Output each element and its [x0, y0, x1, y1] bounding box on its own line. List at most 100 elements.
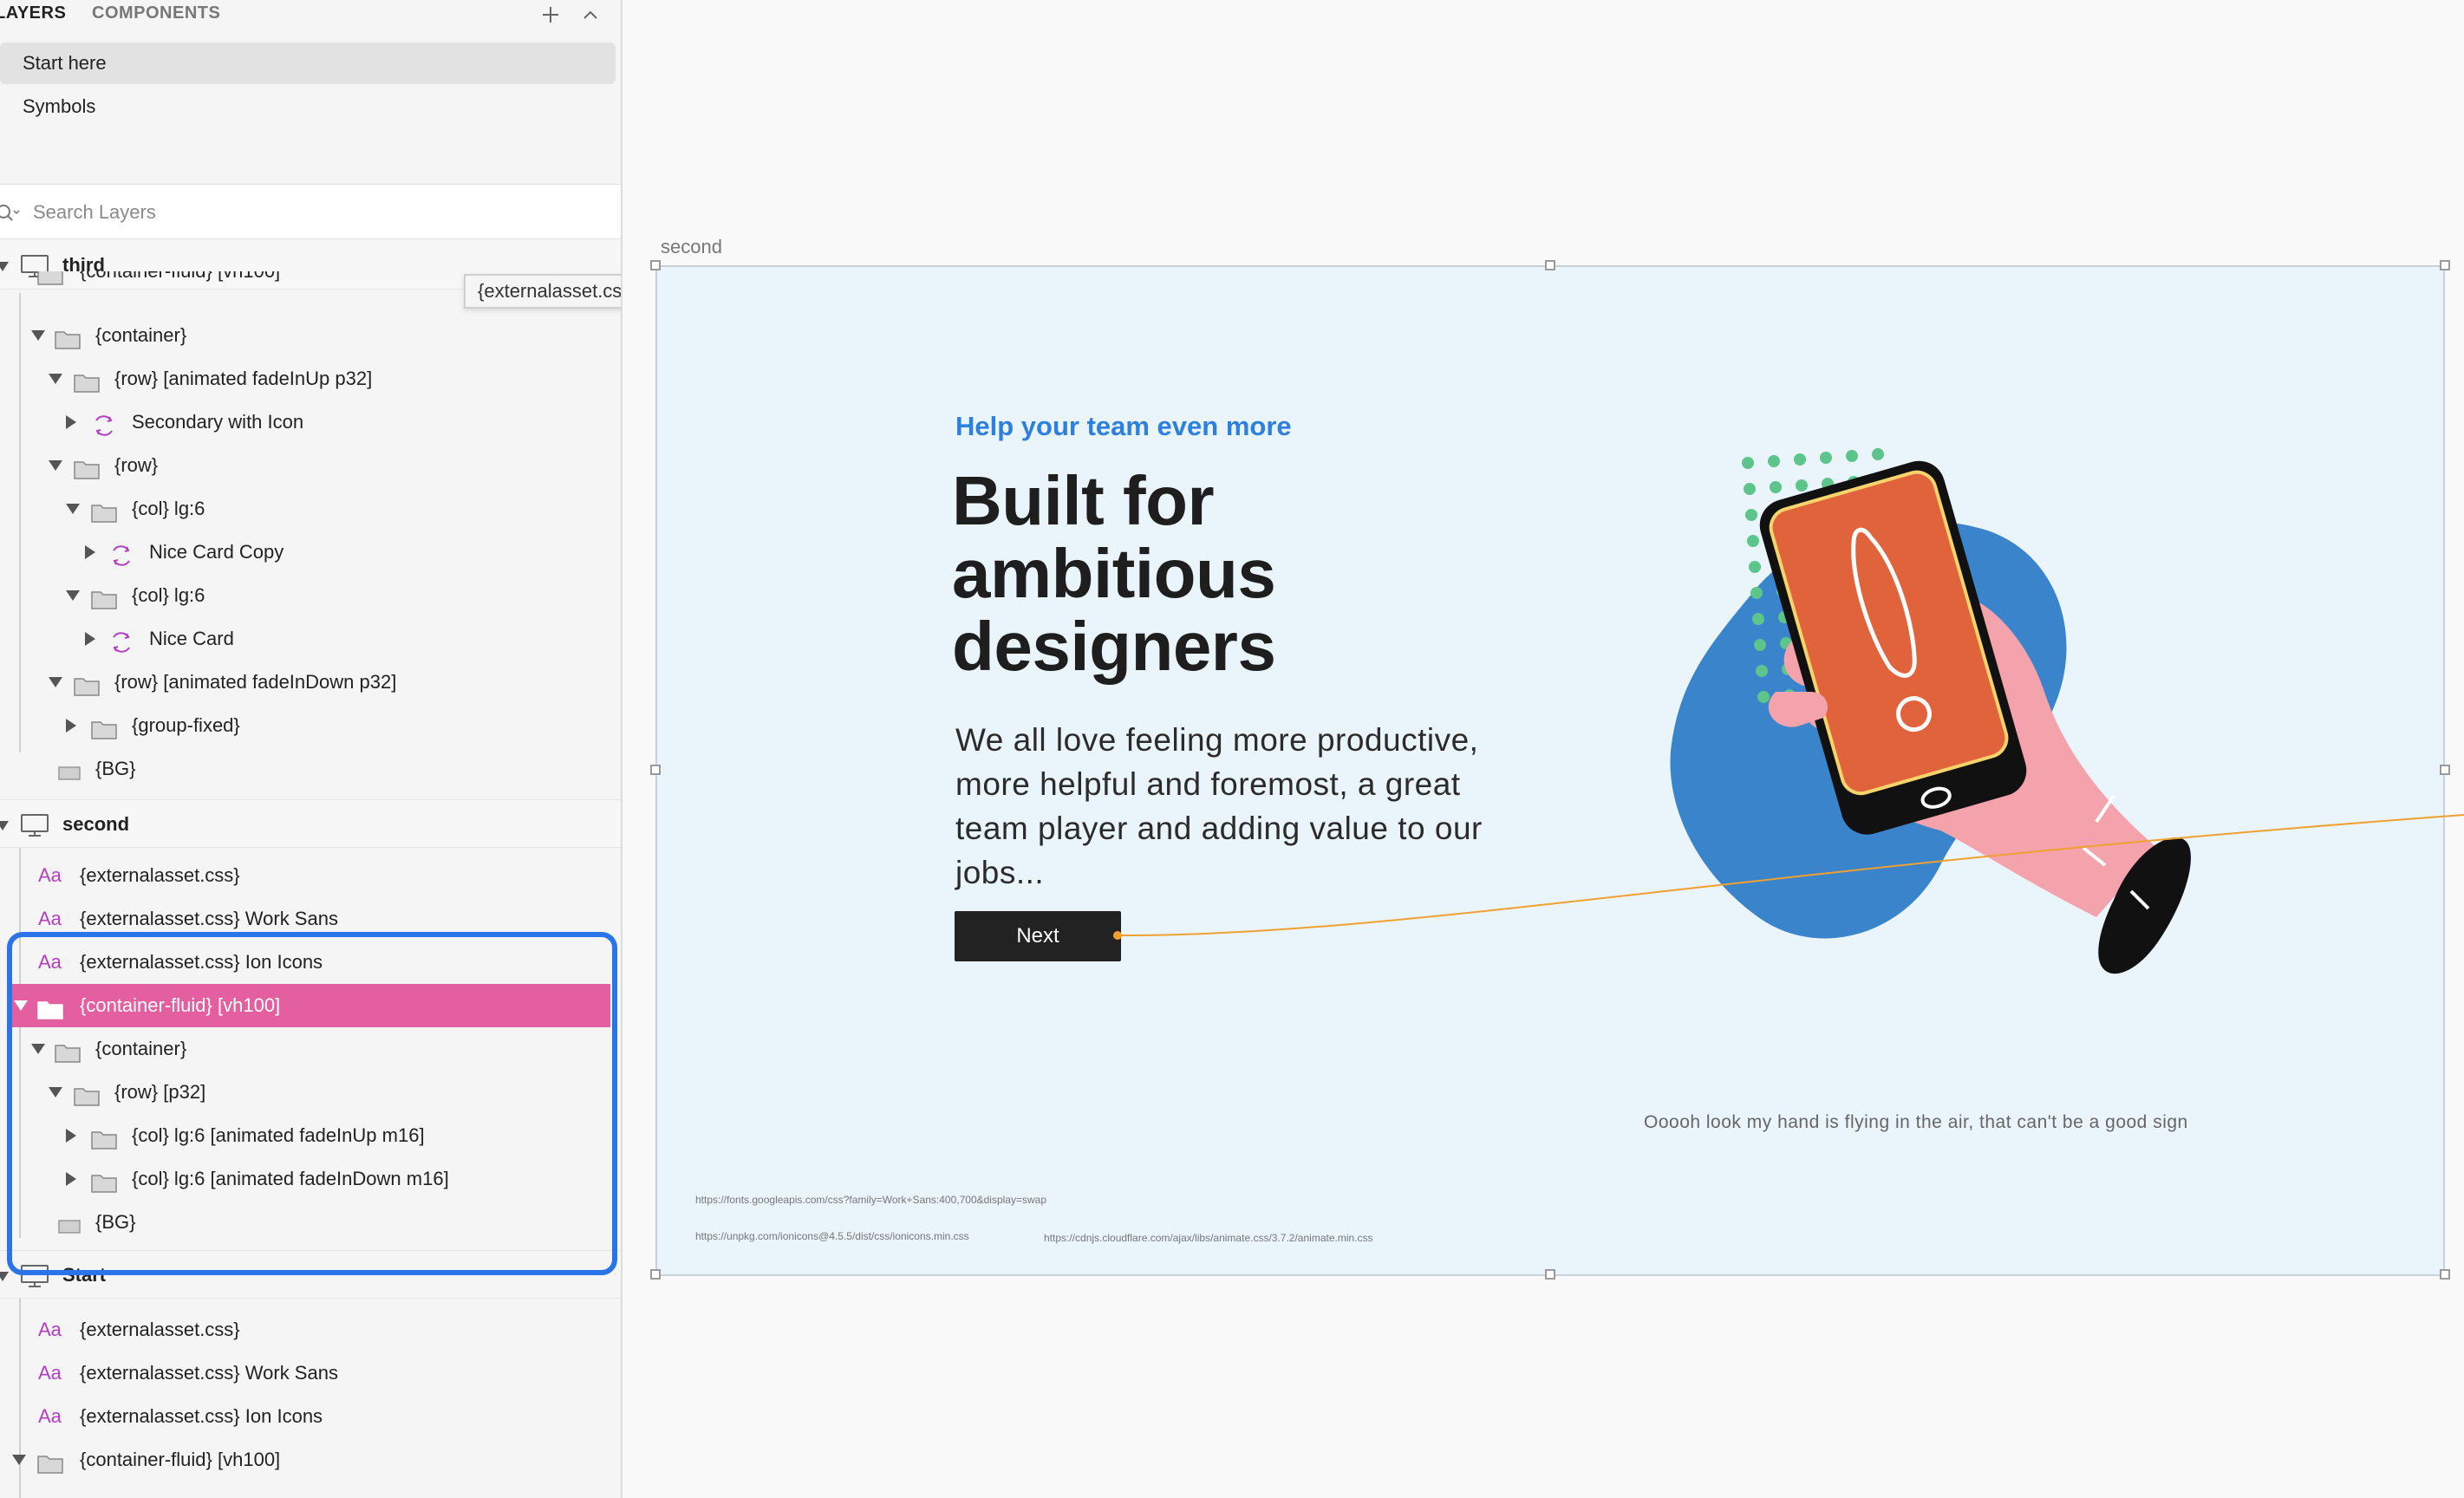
- layer-item-externalasset-work-sans[interactable]: Aa {externalasset.css} Work Sans: [0, 1351, 621, 1395]
- resize-handle[interactable]: [2440, 260, 2450, 270]
- tab-layers[interactable]: LAYERS: [0, 3, 66, 23]
- layer-item-col-fadeindown[interactable]: {col} lg:6 [animated fadeInDown m16]: [0, 1157, 621, 1201]
- layer-item-container-fluid[interactable]: {container-fluid} [vh100]: [0, 1438, 621, 1482]
- disclosure-triangle-icon[interactable]: [66, 590, 80, 601]
- disclosure-triangle-icon[interactable]: [31, 330, 45, 341]
- search-input[interactable]: [33, 197, 588, 228]
- url-text-animate[interactable]: https://cdnjs.cloudflare.com/ajax/libs/a…: [1044, 1232, 1373, 1244]
- artboard-second[interactable]: Help your team even more Built for ambit…: [655, 265, 2445, 1276]
- disclosure-triangle-icon[interactable]: [66, 719, 76, 733]
- disclosure-triangle-icon[interactable]: [49, 677, 62, 687]
- design-canvas[interactable]: second Help your team even more Built fo…: [624, 0, 2464, 1498]
- layer-item-bg[interactable]: {BG}: [0, 1201, 621, 1244]
- layer-item-col-fadeinup[interactable]: {col} lg:6 [animated fadeInUp m16]: [0, 1114, 621, 1157]
- disclosure-triangle-icon[interactable]: [49, 1087, 62, 1097]
- page-item-symbols[interactable]: Symbols: [0, 86, 616, 127]
- layer-label: Nice Card Copy: [149, 541, 284, 563]
- layer-label: {externalasset.css} Work Sans: [80, 908, 338, 929]
- disclosure-triangle-icon[interactable]: [49, 460, 62, 471]
- layer-item-container[interactable]: {container}: [0, 314, 621, 357]
- layer-item-row-fadeindown[interactable]: {row} [animated fadeInDown p32]: [0, 661, 621, 704]
- disclosure-triangle-icon[interactable]: [85, 545, 95, 559]
- text-layer-icon: Aa: [38, 1319, 62, 1340]
- search-icon[interactable]: [0, 200, 21, 226]
- disclosure-triangle-icon[interactable]: [31, 1044, 45, 1054]
- disclosure-triangle-icon[interactable]: [14, 1000, 28, 1011]
- layer-item-externalasset[interactable]: Aa {externalasset.css}: [0, 854, 621, 897]
- layer-item-secondary-with-icon[interactable]: Secondary with Icon: [0, 401, 621, 444]
- layer-label: {col} lg:6 [animated fadeInUp m16]: [132, 1124, 425, 1146]
- disclosure-triangle-icon[interactable]: [66, 415, 76, 429]
- layer-label: {BG}: [95, 758, 136, 779]
- disclosure-triangle-icon[interactable]: [66, 1172, 76, 1186]
- layer-item-externalasset-ion-icons[interactable]: Aa {externalasset.css} Ion Icons: [0, 1395, 621, 1438]
- next-button[interactable]: Next: [955, 911, 1121, 961]
- disclosure-triangle-icon[interactable]: [12, 1455, 26, 1465]
- artboard-title[interactable]: second: [661, 236, 722, 258]
- folder-icon: [90, 1167, 118, 1193]
- layer-item-externalasset-work-sans[interactable]: Aa {externalasset.css} Work Sans: [0, 897, 621, 941]
- eyebrow-text[interactable]: Help your team even more: [955, 411, 1292, 442]
- layer-item-container[interactable]: {container}: [0, 1027, 621, 1071]
- plus-icon[interactable]: [538, 2, 564, 28]
- resize-handle[interactable]: [650, 1269, 661, 1280]
- page-item-start-here[interactable]: Start here: [0, 42, 616, 84]
- layer-item-group-fixed[interactable]: {group-fixed}: [0, 704, 621, 747]
- disclosure-triangle-icon[interactable]: [85, 632, 95, 646]
- layer-tree: third {container-fluid} [vh100] {contain…: [0, 241, 621, 1498]
- text-layer-icon: Aa: [38, 951, 62, 973]
- headline-text[interactable]: Built for ambitious designers: [952, 465, 1437, 683]
- rectangle-icon: [55, 759, 83, 783]
- layer-item-row-p32[interactable]: {row} [p32]: [0, 1071, 621, 1114]
- url-text-fonts[interactable]: https://fonts.googleapis.com/css?family=…: [695, 1194, 1046, 1206]
- resize-handle[interactable]: [2440, 765, 2450, 775]
- folder-icon: [73, 367, 101, 393]
- text-layer-icon: Aa: [38, 864, 62, 886]
- tab-components[interactable]: COMPONENTS: [92, 3, 220, 23]
- layer-item-clipped[interactable]: [0, 1482, 621, 1498]
- symbol-icon: [108, 540, 135, 566]
- artboard-item-start[interactable]: Start: [0, 1250, 621, 1299]
- folder-icon: [73, 453, 101, 479]
- disclosure-triangle-icon[interactable]: [66, 1129, 76, 1143]
- layer-item-externalasset[interactable]: Aa {externalasset.css}: [0, 1308, 621, 1351]
- folder-icon: [54, 1037, 81, 1063]
- url-text-ionicons[interactable]: https://unpkg.com/ionicons@4.5.5/dist/cs…: [695, 1230, 969, 1242]
- folder-icon: [90, 497, 118, 523]
- layer-item-bg[interactable]: {BG}: [0, 747, 621, 791]
- resize-handle[interactable]: [1545, 260, 1555, 270]
- layer-item-externalasset-ion-icons[interactable]: Aa {externalasset.css} Ion Icons: [0, 941, 621, 984]
- resize-handle[interactable]: [1545, 1269, 1555, 1280]
- layer-item-row[interactable]: {row}: [0, 444, 621, 487]
- phone-hand-illustration[interactable]: [1646, 432, 2252, 1004]
- resize-handle[interactable]: [650, 260, 661, 270]
- artboard-item-second[interactable]: second: [0, 799, 621, 848]
- layer-tooltip: {externalasset.css} Ion Icons: [464, 274, 621, 309]
- layer-label: {BG}: [95, 1211, 136, 1233]
- folder-icon: [90, 583, 118, 609]
- disclosure-triangle-icon[interactable]: [66, 504, 80, 514]
- disclosure-triangle-icon[interactable]: [0, 262, 9, 271]
- folder-icon: [90, 713, 118, 739]
- disclosure-triangle-icon[interactable]: [0, 821, 9, 830]
- disclosure-triangle-icon[interactable]: [49, 374, 62, 384]
- layer-item-col[interactable]: {col} lg:6: [0, 574, 621, 617]
- resize-handle[interactable]: [2440, 1269, 2450, 1280]
- layer-item-col[interactable]: {col} lg:6: [0, 487, 621, 531]
- layer-label: {row} [animated fadeInDown p32]: [114, 671, 397, 693]
- disclosure-triangle-icon[interactable]: [0, 1272, 9, 1281]
- resize-handle[interactable]: [650, 765, 661, 775]
- layer-item-container-fluid-selected[interactable]: {container-fluid} [vh100]: [10, 984, 610, 1027]
- panel-tabs: LAYERS COMPONENTS: [0, 0, 621, 31]
- caption-text[interactable]: Ooooh look my hand is flying in the air,…: [1644, 1112, 2188, 1133]
- body-text[interactable]: We all love feeling more productive, mor…: [955, 718, 1528, 895]
- layer-label: {externalasset.css}: [80, 1319, 240, 1340]
- layer-item-row-fadeinup[interactable]: {row} [animated fadeInUp p32]: [0, 357, 621, 401]
- layer-item-nice-card-copy[interactable]: Nice Card Copy: [0, 531, 621, 574]
- layer-label: {externalasset.css} Work Sans: [80, 1362, 338, 1384]
- layer-label: {container-fluid} [vh100]: [80, 1449, 281, 1470]
- chevron-up-icon[interactable]: [577, 2, 603, 28]
- text-layer-icon: Aa: [38, 1362, 62, 1384]
- layer-item-nice-card[interactable]: Nice Card: [0, 617, 621, 661]
- layer-label: {container-fluid} [vh100]: [80, 994, 281, 1016]
